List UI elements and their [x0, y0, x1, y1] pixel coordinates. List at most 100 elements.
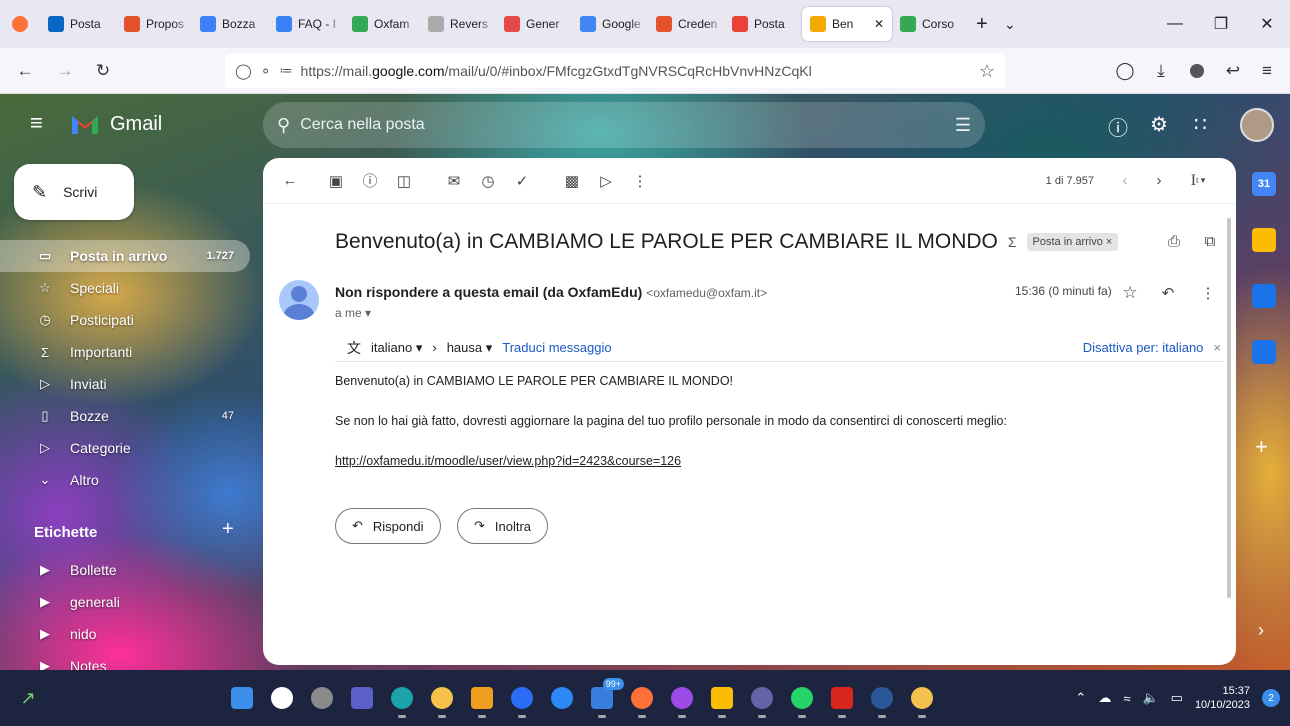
source-language-select[interactable]: italiano ▾ [371, 340, 422, 356]
label-item[interactable]: ▶ generali [0, 586, 250, 618]
chat-icon[interactable] [344, 680, 380, 716]
newer-icon[interactable]: ‹ [1108, 164, 1142, 198]
label-item[interactable]: ▶ Bollette [0, 554, 250, 586]
add-task-icon[interactable]: ✓ [505, 164, 539, 198]
browser-tab[interactable]: Google [572, 7, 648, 41]
lock-icon[interactable]: ⚬ [260, 63, 272, 80]
teams-icon[interactable] [744, 680, 780, 718]
target-language-select[interactable]: hausa ▾ [447, 340, 493, 356]
move-to-icon[interactable]: ▩ [555, 164, 589, 198]
downloads-icon[interactable]: ⤓ [1144, 54, 1178, 88]
contacts-icon[interactable] [1252, 340, 1276, 364]
search-bar[interactable]: ⚲ Cerca nella posta ☰ [263, 102, 985, 148]
task-view-icon[interactable] [304, 680, 340, 716]
report-spam-icon[interactable]: ⓘ [353, 164, 387, 198]
input-tools-icon[interactable]: It ▾ [1176, 164, 1220, 198]
battery-icon[interactable]: ▭ [1171, 690, 1183, 706]
tab-list-button[interactable]: ⌄ [996, 7, 1024, 41]
word-icon[interactable] [864, 680, 900, 718]
print-icon[interactable]: ⎙ [1157, 224, 1191, 258]
browser-tab[interactable]: Corso [892, 7, 968, 41]
tasks-icon[interactable] [1252, 284, 1276, 308]
whatsapp-icon[interactable] [784, 680, 820, 718]
search-icon[interactable]: ⚲ [277, 115, 290, 136]
browser-tab[interactable]: Oxfam [344, 7, 420, 41]
edge-icon[interactable] [384, 680, 420, 718]
onedrive-icon[interactable]: ☁ [1098, 690, 1111, 706]
close-window-icon[interactable]: ✕ [1244, 0, 1290, 48]
get-addons-icon[interactable]: + [1255, 434, 1268, 460]
nav-item[interactable]: ▭ Posta in arrivo 1.727 [0, 240, 250, 272]
browser-tab[interactable]: Posta [724, 7, 802, 41]
archive-icon[interactable]: ▣ [319, 164, 353, 198]
restore-icon[interactable]: ❐ [1198, 0, 1244, 48]
reload-icon[interactable]: ↻ [86, 54, 120, 88]
app-2-icon[interactable] [664, 680, 700, 718]
sender-name[interactable]: Non rispondere a questa email (da OxfamE… [335, 284, 642, 300]
more-options-icon[interactable]: ⋮ [623, 164, 657, 198]
bookmark-star-icon[interactable]: ☆ [979, 61, 995, 82]
nav-item[interactable]: ◷ Posticipati [0, 304, 250, 336]
shield-icon[interactable]: ◯ [235, 62, 252, 80]
disable-translation-link[interactable]: Disattiva per: italiano [1083, 340, 1204, 355]
settings-gear-icon[interactable]: ⚙ [1150, 112, 1168, 137]
reply-icon[interactable]: ↶ [1151, 276, 1185, 310]
close-tab-icon[interactable]: ✕ [874, 17, 884, 31]
label-item[interactable]: ▶ nido [0, 618, 250, 650]
chrome-icon[interactable] [704, 680, 740, 718]
nav-item[interactable]: ▷ Inviati [0, 368, 250, 400]
notification-badge[interactable]: 2 [1262, 689, 1280, 707]
browser-tab[interactable]: Creden [648, 7, 724, 41]
nav-item[interactable]: ▯ Bozze 47 [0, 400, 250, 432]
browser-tab[interactable]: Propos [116, 7, 192, 41]
browser-tab[interactable]: Gener [496, 7, 572, 41]
nav-item[interactable]: Σ Importanti [0, 336, 250, 368]
snooze-icon[interactable]: ◷ [471, 164, 505, 198]
labels-icon[interactable]: ▷ [589, 164, 623, 198]
browser-tab[interactable]: Ben ✕ [802, 7, 892, 41]
browser-tab[interactable]: Revers [420, 7, 496, 41]
file-explorer-icon[interactable] [424, 680, 460, 718]
older-icon[interactable]: › [1142, 164, 1176, 198]
minimize-icon[interactable]: — [1152, 0, 1198, 48]
delete-icon[interactable]: ◫ [387, 164, 421, 198]
close-translate-icon[interactable]: × [1213, 340, 1221, 355]
clock[interactable]: 15:37 10/10/2023 [1195, 684, 1250, 712]
show-side-panel-icon[interactable]: › [1258, 620, 1264, 641]
gmail-logo[interactable]: Gmail [70, 112, 162, 136]
search-options-icon[interactable]: ☰ [955, 115, 971, 136]
app-3-icon[interactable] [904, 680, 940, 718]
back-icon[interactable]: ← [8, 54, 42, 88]
store-icon[interactable] [464, 680, 500, 718]
reply-button[interactable]: ↶ Rispondi [335, 508, 441, 544]
wifi-icon[interactable]: ≈ [1123, 691, 1130, 706]
address-bar[interactable]: ◯ ⚬ ≔ https://mail.google.com/mail/u/0/#… [225, 54, 1005, 88]
folder-chip[interactable]: Posta in arrivo × [1026, 233, 1119, 251]
main-menu-icon[interactable]: ≡ [30, 110, 43, 136]
acrobat-icon[interactable] [824, 680, 860, 718]
app-menu-icon[interactable]: ≡ [1250, 54, 1284, 88]
sender-avatar[interactable] [279, 280, 319, 320]
firefox-menu-icon[interactable] [0, 7, 40, 41]
translate-message-link[interactable]: Traduci messaggio [502, 340, 611, 355]
browser-tab[interactable]: Bozza [192, 7, 268, 41]
nav-item[interactable]: ⌄ Altro [0, 464, 250, 496]
open-new-window-icon[interactable]: ⧉ [1193, 224, 1227, 258]
mail-icon[interactable]: 99+ [584, 678, 624, 718]
volume-icon[interactable]: 🔈 [1142, 690, 1158, 706]
back-to-inbox-icon[interactable]: ← [273, 164, 307, 198]
todo-icon[interactable] [544, 680, 580, 716]
windows-start-icon[interactable] [224, 680, 260, 716]
share-icon[interactable]: ↩ [1216, 54, 1250, 88]
firefox-icon[interactable] [624, 680, 660, 718]
pocket-icon[interactable]: ◯ [1108, 54, 1142, 88]
more-vert-icon[interactable]: ⋮ [1191, 276, 1225, 310]
add-label-icon[interactable]: + [222, 518, 234, 541]
permissions-icon[interactable]: ≔ [280, 63, 293, 79]
nav-item[interactable]: ☆ Speciali [0, 272, 250, 304]
star-icon[interactable]: ☆ [1113, 276, 1147, 310]
app-icon[interactable] [504, 680, 540, 718]
recipient-details[interactable]: a me ▾ [335, 306, 371, 320]
account-avatar[interactable] [1240, 108, 1274, 142]
important-marker-icon[interactable]: Σ [1008, 234, 1017, 250]
